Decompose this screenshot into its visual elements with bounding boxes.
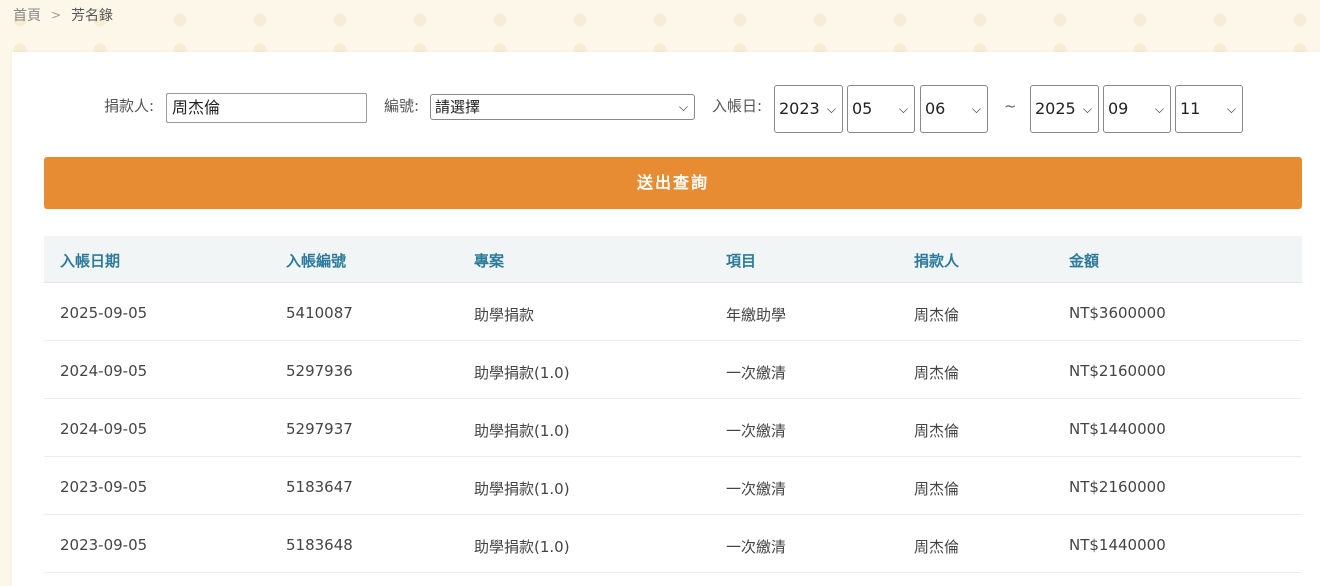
cell-date: 2025-09-05	[60, 304, 148, 322]
to-year-select[interactable]: 2025 ⌵	[1030, 85, 1099, 133]
to-day-select[interactable]: 11 ⌵	[1175, 85, 1243, 133]
cell-project: 助學捐款(1.0)	[474, 538, 570, 556]
column-header-number: 入帳編號	[286, 252, 347, 270]
range-separator: ~	[1004, 97, 1017, 115]
cell-donor: 周杰倫	[914, 364, 960, 382]
cell-amount: NT$2160000	[1069, 362, 1166, 380]
chevron-down-icon: ⌵	[1226, 102, 1236, 116]
breadcrumb-home-link[interactable]: 首頁	[13, 5, 41, 25]
cell-donor: 周杰倫	[914, 306, 960, 324]
cell-number: 5297937	[286, 420, 353, 438]
column-header-project: 專案	[474, 252, 505, 270]
cell-donor: 周杰倫	[914, 422, 960, 440]
cell-date: 2023-09-05	[60, 536, 148, 554]
cell-donor: 周杰倫	[914, 480, 960, 498]
cell-date: 2023-09-05	[60, 478, 148, 496]
donation-table: 入帳日期 入帳編號 專案 項目 捐款人 金額 2025-09-05 5410087…	[44, 236, 1302, 573]
table-row: 2024-09-05 5297936 助學捐款(1.0) 一次繳清 周杰倫 NT$2160…	[44, 341, 1302, 399]
from-day-select[interactable]: 06 ⌵	[920, 85, 988, 133]
number-label: 編號:	[384, 97, 420, 115]
cell-project: 助學捐款	[474, 306, 535, 324]
donor-label: 捐款人:	[104, 97, 155, 115]
from-day-value: 06	[925, 99, 946, 118]
cell-amount: NT$1440000	[1069, 420, 1166, 438]
to-day-value: 11	[1180, 99, 1201, 118]
chevron-down-icon: ⌵	[678, 100, 688, 114]
breadcrumb-current: 芳名錄	[71, 8, 114, 24]
cell-item: 一次繳清	[726, 422, 787, 440]
column-header-amount: 金額	[1069, 252, 1100, 270]
from-month-select[interactable]: 05 ⌵	[847, 85, 915, 133]
cell-number: 5297936	[286, 362, 353, 380]
from-month-value: 05	[852, 99, 873, 118]
chevron-down-icon: ⌵	[971, 102, 981, 116]
donor-input[interactable]: 周杰倫	[166, 93, 367, 123]
submit-query-button[interactable]: 送出查詢	[44, 157, 1302, 209]
breadcrumb-separator: >	[51, 8, 62, 22]
cell-item: 一次繳清	[726, 480, 787, 498]
cell-project: 助學捐款(1.0)	[474, 480, 570, 498]
cell-amount: NT$2160000	[1069, 478, 1166, 496]
cell-number: 5183648	[286, 536, 353, 554]
number-select[interactable]: 請選擇 ⌵	[430, 94, 695, 120]
to-month-value: 09	[1108, 99, 1129, 118]
from-year-select[interactable]: 2023 ⌵	[774, 85, 843, 133]
chevron-down-icon: ⌵	[898, 102, 908, 116]
table-row: 2024-09-05 5297937 助學捐款(1.0) 一次繳清 周杰倫 NT$1440…	[44, 399, 1302, 457]
cell-number: 5183647	[286, 478, 353, 496]
table-row: 2025-09-05 5410087 助學捐款 年繳助學 周杰倫 NT$3600000	[44, 283, 1302, 341]
cell-number: 5410087	[286, 304, 353, 322]
cell-item: 一次繳清	[726, 538, 787, 556]
column-header-item: 項目	[726, 252, 757, 270]
column-header-donor: 捐款人	[914, 252, 960, 270]
cell-donor: 周杰倫	[914, 538, 960, 556]
cell-item: 年繳助學	[726, 306, 787, 324]
table-header: 入帳日期 入帳編號 專案 項目 捐款人 金額	[44, 236, 1302, 283]
breadcrumb: 首頁 > 芳名錄	[13, 5, 113, 25]
from-year-value: 2023	[779, 99, 820, 118]
filter-row: 捐款人: 周杰倫 編號: 請選擇 ⌵ 入帳日: 2023 ⌵ 05 ⌵ 06 ⌵…	[12, 85, 1320, 133]
table-row: 2023-09-05 5183648 助學捐款(1.0) 一次繳清 周杰倫 NT$1440…	[44, 515, 1302, 573]
chevron-down-icon: ⌵	[1154, 102, 1164, 116]
cell-date: 2024-09-05	[60, 420, 148, 438]
to-month-select[interactable]: 09 ⌵	[1103, 85, 1171, 133]
cell-item: 一次繳清	[726, 364, 787, 382]
to-year-value: 2025	[1035, 99, 1076, 118]
date-label: 入帳日:	[712, 97, 763, 115]
number-select-value: 請選擇	[435, 98, 481, 116]
column-header-date: 入帳日期	[60, 252, 121, 270]
cell-project: 助學捐款(1.0)	[474, 422, 570, 440]
chevron-down-icon: ⌵	[1082, 102, 1092, 116]
cell-date: 2024-09-05	[60, 362, 148, 380]
cell-amount: NT$3600000	[1069, 304, 1166, 322]
table-body: 2025-09-05 5410087 助學捐款 年繳助學 周杰倫 NT$3600000 20…	[44, 283, 1302, 573]
cell-project: 助學捐款(1.0)	[474, 364, 570, 382]
chevron-down-icon: ⌵	[826, 102, 836, 116]
table-row: 2023-09-05 5183647 助學捐款(1.0) 一次繳清 周杰倫 NT$2160…	[44, 457, 1302, 515]
search-panel: 捐款人: 周杰倫 編號: 請選擇 ⌵ 入帳日: 2023 ⌵ 05 ⌵ 06 ⌵…	[12, 52, 1320, 586]
cell-amount: NT$1440000	[1069, 536, 1166, 554]
